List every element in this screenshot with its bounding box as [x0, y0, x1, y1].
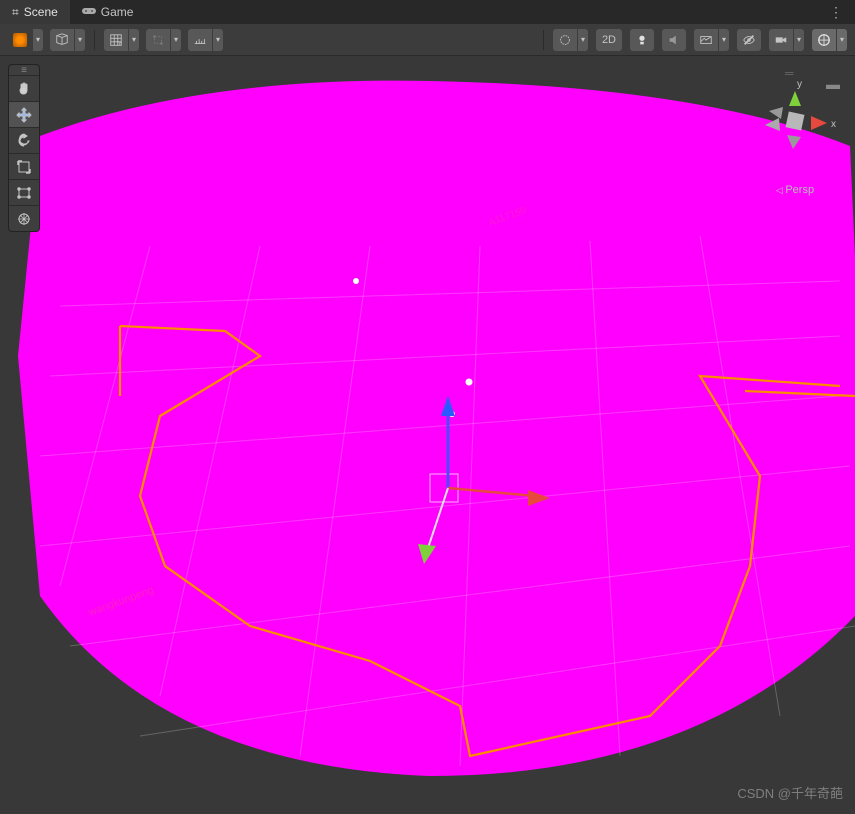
svg-text:Y: Y: [118, 40, 122, 47]
gizmos-dropdown[interactable]: ▾: [837, 29, 847, 51]
shading-mode-button[interactable]: [8, 29, 32, 51]
tab-bar: ⌗ Scene Game ⋮: [0, 0, 855, 24]
camera-dropdown[interactable]: ▾: [794, 29, 804, 51]
shaded-icon: [13, 33, 27, 47]
move-tool-button[interactable]: [9, 101, 39, 127]
snap-toggle-button[interactable]: [146, 29, 170, 51]
minimize-icon[interactable]: ▬: [826, 76, 840, 92]
fx-dropdown[interactable]: ▾: [719, 29, 729, 51]
debug-draw-dropdown[interactable]: ▾: [578, 29, 588, 51]
scene-toolbar: ▾ ▾ Y ▾ ▾ ▾ ▾ 2D ▾ ▾ ▾: [0, 24, 855, 56]
shading-mode-dropdown[interactable]: ▾: [33, 29, 43, 51]
draw-mode-dropdown[interactable]: ▾: [75, 29, 85, 51]
visibility-toggle-button[interactable]: [737, 29, 761, 51]
increment-snap-dropdown[interactable]: ▾: [213, 29, 223, 51]
rotate-tool-button[interactable]: [9, 127, 39, 153]
fx-toggle-button[interactable]: [694, 29, 718, 51]
grid-toggle-button[interactable]: Y: [104, 29, 128, 51]
scene-viewport[interactable]: wangkunpeng A117159 ═ ▬ y x: [0, 56, 855, 814]
gizmo-drag-handle-icon[interactable]: ═: [785, 66, 794, 80]
tab-menu-icon[interactable]: ⋮: [829, 4, 843, 21]
tab-scene-label: Scene: [24, 5, 58, 19]
orientation-gizmo[interactable]: ═ ▬ y x Persp: [745, 66, 845, 196]
scene-render: wangkunpeng A117159: [0, 56, 855, 814]
transform-tool-button[interactable]: [9, 205, 39, 231]
watermark-text: CSDN @千年奇葩: [737, 783, 843, 802]
axis-y-label: y: [797, 79, 802, 90]
tab-game[interactable]: Game: [70, 0, 146, 24]
grid-dropdown[interactable]: ▾: [129, 29, 139, 51]
increment-snap-button[interactable]: [188, 29, 212, 51]
2d-toggle-button[interactable]: 2D: [596, 29, 622, 51]
tool-palette[interactable]: [8, 64, 40, 232]
debug-draw-button[interactable]: [553, 29, 577, 51]
tab-game-label: Game: [101, 5, 134, 19]
lighting-toggle-button[interactable]: [630, 29, 654, 51]
axis-x-label: x: [831, 119, 836, 130]
perspective-label[interactable]: Persp: [745, 184, 845, 196]
rect-tool-button[interactable]: [9, 179, 39, 205]
palette-drag-handle[interactable]: [9, 65, 39, 75]
tab-scene[interactable]: ⌗ Scene: [0, 0, 70, 24]
snap-dropdown[interactable]: ▾: [171, 29, 181, 51]
camera-button[interactable]: [769, 29, 793, 51]
draw-mode-button[interactable]: [50, 29, 74, 51]
gizmos-toggle-button[interactable]: [812, 29, 836, 51]
audio-toggle-button[interactable]: [662, 29, 686, 51]
gamepad-icon: [82, 5, 96, 19]
scene-icon: ⌗: [12, 5, 19, 20]
2d-label: 2D: [602, 34, 616, 46]
hand-tool-button[interactable]: [9, 75, 39, 101]
scale-tool-button[interactable]: [9, 153, 39, 179]
